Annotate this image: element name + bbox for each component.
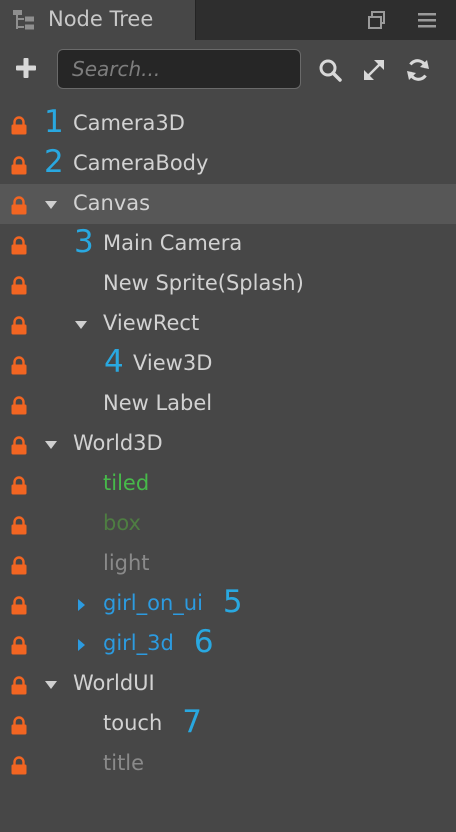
lock-icon[interactable] [10,596,28,615]
lock-icon[interactable] [10,716,28,735]
tree-node-label[interactable]: tiled [103,471,149,495]
lock-icon[interactable] [10,396,28,415]
tree-row[interactable]: New Label [0,384,456,424]
tree-row[interactable]: girl_on_ui 5 [0,584,456,624]
caret-right-icon[interactable] [74,599,88,611]
tree-node-label[interactable]: CameraBody [73,151,208,175]
tree-row[interactable]: touch 7 [0,704,456,744]
tree-row[interactable]: girl_3d 6 [0,624,456,664]
search-box [57,49,301,89]
tree-node-label[interactable]: New Label [103,391,212,415]
tree-node-label[interactable]: touch [103,711,162,735]
tree-node-label[interactable]: Camera3D [73,111,185,135]
tree-node-label[interactable]: Main Camera [103,231,242,255]
lock-icon[interactable] [10,556,28,575]
tree-row[interactable]: Canvas [0,184,456,224]
tree-row[interactable]: New Sprite(Splash) [0,264,456,304]
tree-node-label[interactable]: ViewRect [103,311,199,335]
panel-title: Node Tree [48,7,154,31]
tree-row[interactable]: box [0,504,456,544]
tree-row[interactable]: tiled [0,464,456,504]
search-icon[interactable] [317,57,343,83]
caret-down-icon[interactable] [44,679,58,691]
lock-icon[interactable] [10,516,28,535]
restore-icon[interactable] [366,9,388,31]
node-tree-panel: Node Tree Search... 1 Camera3D 2 CameraB… [0,0,456,832]
lock-icon[interactable] [10,116,28,135]
lock-icon[interactable] [10,356,28,375]
lock-icon[interactable] [10,156,28,175]
caret-down-icon[interactable] [74,319,88,331]
tree-row[interactable]: World3D [0,424,456,464]
search-input[interactable] [72,55,292,83]
tree-row[interactable]: light [0,544,456,584]
lock-icon[interactable] [10,676,28,695]
tree-node-label[interactable]: WorldUI [73,671,155,695]
tree-row[interactable]: WorldUI [0,664,456,704]
tree-row[interactable]: 1 Camera3D [0,104,456,144]
callout-number: 2 [44,144,64,180]
callout-number: 6 [193,624,214,660]
panel-tab-bar: Node Tree [0,0,456,40]
tree-node-label[interactable]: light [103,551,150,575]
tree-node-label[interactable]: New Sprite(Splash) [103,271,304,295]
expand-arrows-icon[interactable] [361,57,387,83]
tree-node-label[interactable]: girl_on_ui [103,591,203,615]
lock-icon[interactable] [10,276,28,295]
tree-row[interactable]: 3 Main Camera [0,224,456,264]
callout-number: 5 [222,584,243,620]
tree-node-label[interactable]: Canvas [73,191,150,215]
caret-down-icon[interactable] [44,199,58,211]
lock-icon[interactable] [10,316,28,335]
lock-icon[interactable] [10,236,28,255]
tree-row[interactable]: ViewRect [0,304,456,344]
lock-icon[interactable] [10,196,28,215]
tree-node-label[interactable]: View3D [133,351,212,375]
callout-number: 4 [104,344,124,380]
tree-node-label[interactable]: girl_3d [103,631,174,655]
caret-right-icon[interactable] [74,639,88,651]
tree-row[interactable]: 2 CameraBody [0,144,456,184]
tree-row[interactable]: 4 View3D [0,344,456,384]
tree-node-label[interactable]: box [103,511,141,535]
lock-icon[interactable] [10,436,28,455]
caret-down-icon[interactable] [44,439,58,451]
node-tree-tab[interactable]: Node Tree [0,0,196,40]
tree-node-label[interactable]: title [103,751,144,775]
node-tree-icon [13,10,34,30]
lock-icon[interactable] [10,756,28,775]
plus-icon[interactable] [14,56,38,80]
callout-number: 3 [74,224,94,260]
tree-row[interactable]: title [0,744,456,784]
node-tree: 1 Camera3D 2 CameraBody Canvas 3 Main Camera Ne… [0,104,456,784]
tree-node-label[interactable]: World3D [73,431,163,455]
node-tree-toolbar [0,40,456,100]
lock-icon[interactable] [10,476,28,495]
refresh-icon[interactable] [405,57,431,83]
callout-number: 7 [182,704,202,740]
callout-number: 1 [44,104,64,140]
lock-icon[interactable] [10,636,28,655]
menu-icon[interactable] [416,9,438,31]
